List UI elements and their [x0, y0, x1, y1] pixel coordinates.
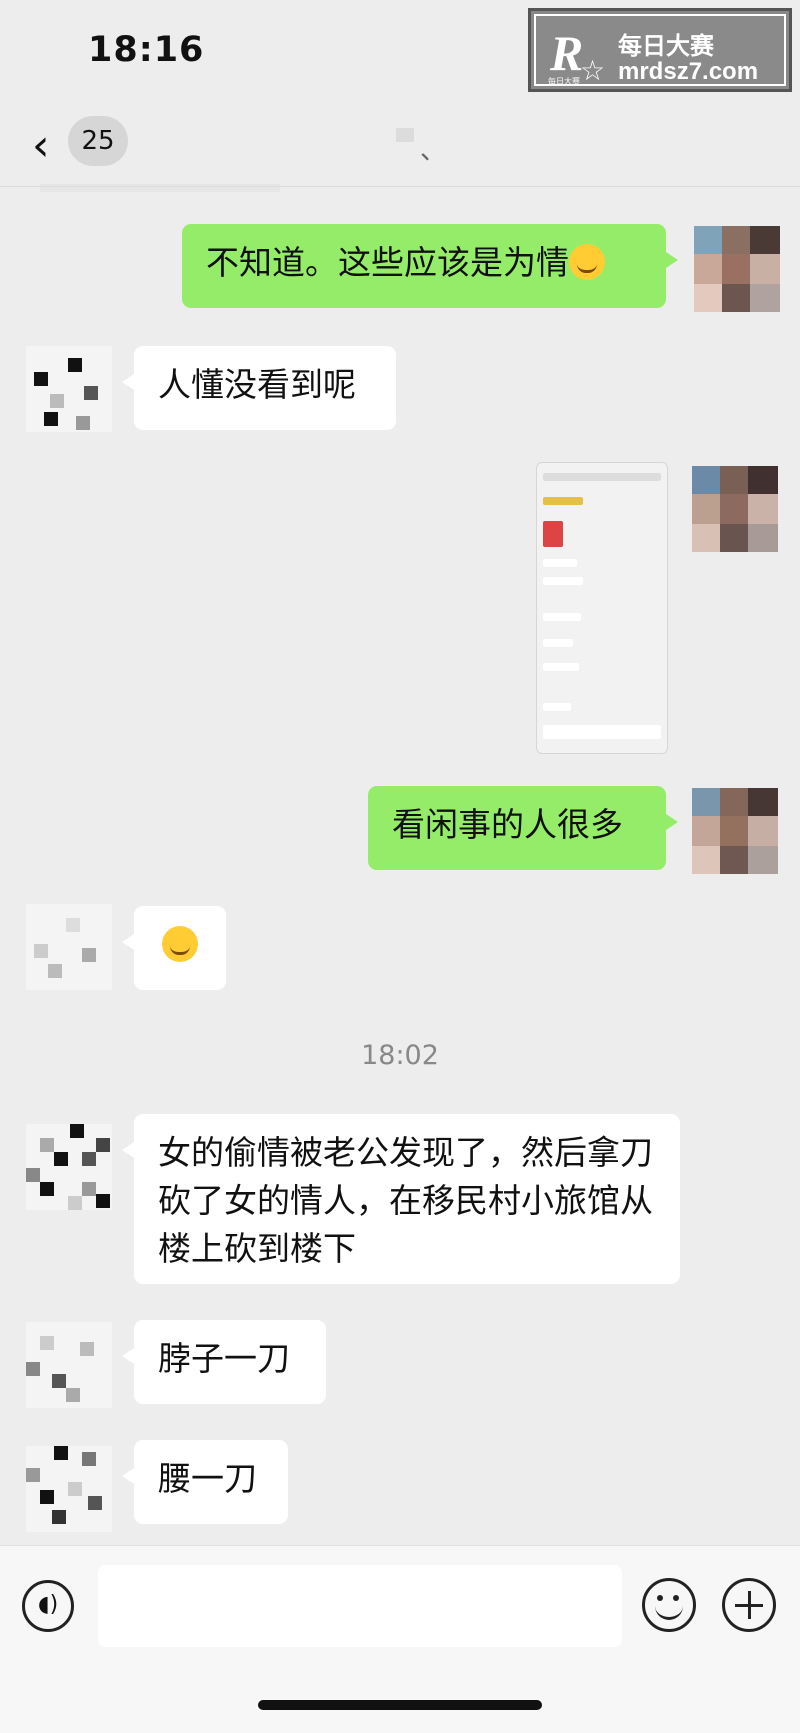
message-bubble-out[interactable]: 看闲事的人很多 [368, 786, 678, 870]
unread-count-badge[interactable]: 25 [68, 116, 128, 166]
avatar-self[interactable] [692, 788, 778, 874]
avatar-contact[interactable] [26, 1124, 112, 1210]
home-indicator [258, 1700, 542, 1710]
emoji-icon[interactable] [642, 1578, 696, 1632]
message-text: 人懂没看到呢 [158, 365, 356, 404]
message-text: 脖子一刀 [158, 1339, 290, 1378]
message-bubble-in[interactable]: 脖子一刀 [122, 1320, 326, 1404]
chat-timestamp: 18:02 [361, 1040, 439, 1071]
message-text: 女的偷情被老公发现了，然后拿刀砍了女的情人，在移民村小旅馆从楼上砍到楼下 [158, 1133, 653, 1268]
message-bubble-out[interactable]: 不知道。这些应该是为情 [182, 224, 678, 308]
voice-icon[interactable]: ◖) [22, 1580, 74, 1632]
message-text: 不知道。这些应该是为情 [206, 243, 569, 282]
watermark-url: mrdsz7.com [618, 58, 759, 85]
watermark-logo-caption: 每日大赛 [548, 77, 580, 86]
laughing-emoji-icon [162, 926, 198, 962]
avatar-self[interactable] [692, 466, 778, 552]
title-blur [396, 128, 414, 142]
emoji-icon [569, 244, 605, 280]
back-chevron-icon[interactable]: ‹ [32, 120, 50, 171]
avatar-contact[interactable] [26, 904, 112, 990]
message-bubble-in[interactable] [122, 906, 226, 990]
avatar-contact[interactable] [26, 1446, 112, 1532]
avatar-self[interactable] [694, 226, 780, 312]
chat-title: 、 [420, 136, 447, 166]
message-bubble-in[interactable]: 腰一刀 [122, 1440, 288, 1524]
plus-icon[interactable] [722, 1578, 776, 1632]
message-text: 看闲事的人很多 [392, 805, 623, 844]
avatar-contact[interactable] [26, 1322, 112, 1408]
message-input[interactable] [98, 1565, 622, 1647]
watermark-logo: R [550, 25, 584, 81]
watermark-name: 每日大赛 [618, 32, 714, 60]
shared-screenshot-image[interactable] [536, 462, 668, 754]
nav-divider [0, 186, 800, 187]
star-icon: ☆ [580, 54, 606, 87]
message-bubble-in[interactable]: 女的偷情被老公发现了，然后拿刀砍了女的情人，在移民村小旅馆从楼上砍到楼下 [122, 1114, 680, 1284]
watermark: R ☆ 每日大赛 每日大赛 mrdsz7.com [528, 8, 792, 92]
avatar-contact[interactable] [26, 346, 112, 432]
status-time: 18:16 [88, 30, 205, 70]
message-bubble-in[interactable]: 人懂没看到呢 [122, 346, 396, 430]
message-text: 腰一刀 [158, 1459, 257, 1498]
